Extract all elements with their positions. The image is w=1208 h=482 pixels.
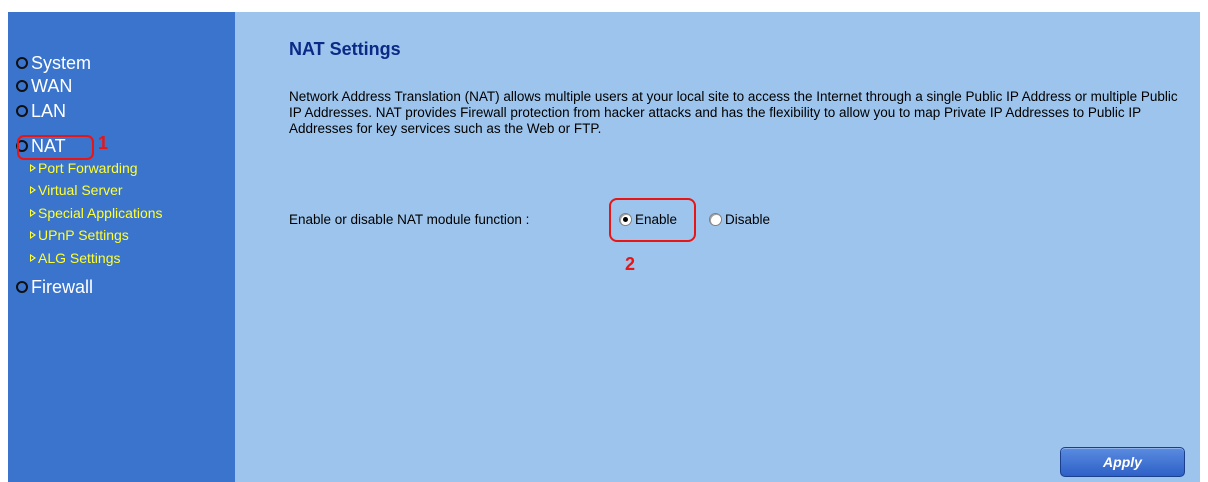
sidebar-subitem-special-applications[interactable]: Special Applications (30, 205, 163, 221)
triangle-bullet-icon (30, 254, 36, 262)
nat-description: Network Address Translation (NAT) allows… (289, 89, 1178, 136)
sidebar-subitem-label: Virtual Server (38, 182, 123, 198)
step-1-annotation: 1 (98, 133, 109, 153)
triangle-bullet-icon (30, 231, 36, 239)
sidebar-subitem-upnp-settings[interactable]: UPnP Settings (30, 227, 129, 243)
step-2-annotation: 2 (625, 254, 636, 274)
page-title: NAT Settings (289, 39, 401, 59)
sidebar-item-lan[interactable]: LAN (16, 101, 66, 121)
disable-radio-option[interactable]: Disable (709, 212, 770, 227)
triangle-bullet-icon (30, 164, 36, 172)
circle-bullet-icon (16, 57, 28, 69)
sidebar-item-wan[interactable]: WAN (16, 76, 72, 96)
circle-bullet-icon (16, 140, 28, 152)
circle-bullet-icon (16, 281, 28, 293)
sidebar-subitem-label: UPnP Settings (38, 227, 129, 243)
circle-bullet-icon (16, 80, 28, 92)
sidebar-item-label: System (31, 53, 92, 73)
triangle-bullet-icon (30, 186, 36, 194)
sidebar-subitem-virtual-server[interactable]: Virtual Server (30, 182, 123, 198)
sidebar-subitem-port-forwarding[interactable]: Port Forwarding (30, 160, 138, 176)
disable-radio[interactable] (709, 213, 722, 226)
sidebar-item-nat[interactable]: NAT (16, 136, 66, 156)
sidebar-subitem-label: Special Applications (38, 205, 163, 221)
enable-label: Enable (635, 212, 678, 227)
sidebar-item-label: Firewall (31, 277, 94, 297)
sidebar-item-label: LAN (31, 101, 67, 121)
sidebar-subitem-label: ALG Settings (38, 250, 121, 266)
main-content: NAT Settings Network Address Translation… (235, 12, 1200, 482)
sidebar-item-firewall[interactable]: Firewall (16, 277, 93, 297)
sidebar-item-label: NAT (31, 136, 66, 156)
circle-bullet-icon (16, 105, 28, 117)
triangle-bullet-icon (30, 209, 36, 217)
sidebar-item-system[interactable]: System (16, 53, 91, 73)
sidebar-item-label: WAN (31, 76, 73, 96)
apply-button[interactable]: Apply (1060, 447, 1185, 477)
enable-radio-option[interactable]: Enable (619, 212, 677, 227)
disable-label: Disable (725, 212, 771, 227)
sidebar-subitem-label: Port Forwarding (38, 160, 138, 176)
nat-function-label: Enable or disable NAT module function : (289, 212, 530, 227)
sidebar-subitem-alg-settings[interactable]: ALG Settings (30, 250, 121, 266)
sidebar: System WAN LAN NAT 1 Port Forwarding Vir… (8, 12, 235, 482)
enable-radio[interactable] (619, 213, 632, 226)
